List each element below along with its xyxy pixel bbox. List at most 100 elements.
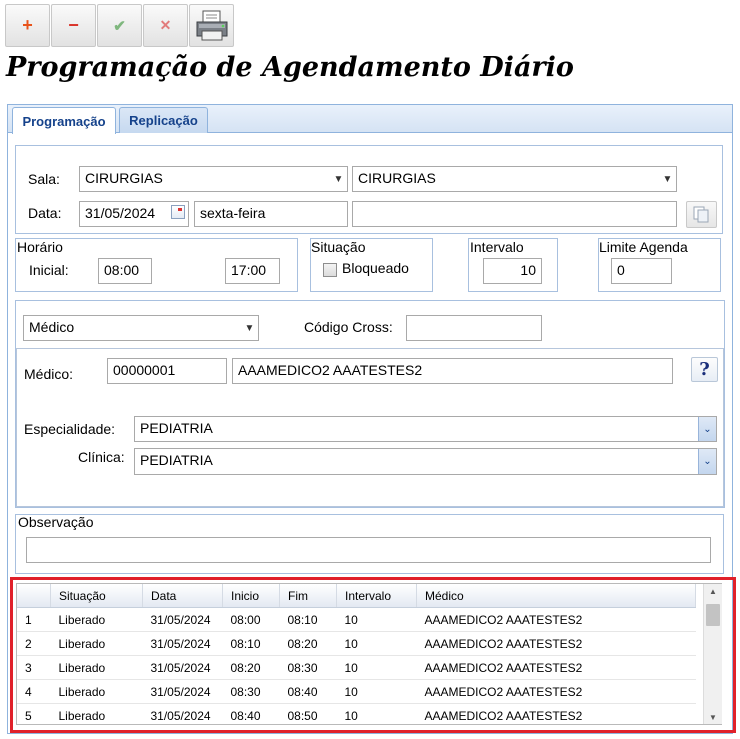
chevron-down-icon: ▼ [333, 173, 344, 185]
chevron-down-icon: ▼ [662, 173, 673, 185]
toolbar: + − ✔ ✕ [0, 0, 740, 49]
medico-code-input[interactable]: 00000001 [107, 358, 227, 384]
schedule-grid: Situação Data Inicio Fim Intervalo Médic… [16, 583, 722, 725]
remove-button[interactable]: − [51, 4, 96, 47]
col-header-medico[interactable]: Médico [416, 584, 696, 608]
cell-situacao: Liberado [50, 631, 143, 656]
bloqueado-checkbox[interactable] [323, 263, 337, 277]
scroll-down-icon[interactable]: ▼ [704, 710, 722, 724]
cell-fim: 08:10 [279, 607, 337, 632]
table-row[interactable]: 4 Liberado 31/05/2024 08:30 08:40 10 AAA… [17, 679, 696, 704]
cell-intervalo: 10 [336, 679, 417, 704]
observacao-input[interactable] [26, 537, 711, 563]
scrollbar-thumb[interactable] [706, 604, 720, 626]
inicial-time-value: 08:00 [104, 262, 140, 278]
col-header-intervalo[interactable]: Intervalo [336, 584, 417, 608]
codigo-cross-label: Código Cross: [304, 319, 393, 335]
limite-agenda-input[interactable]: 0 [611, 258, 672, 284]
especialidade-select[interactable]: PEDIATRIA ⌄ [134, 416, 717, 442]
copy-icon [693, 206, 709, 223]
inicial-time-input[interactable]: 08:00 [98, 258, 152, 284]
tab-replicacao[interactable]: Replicação [119, 107, 208, 133]
copy-button[interactable] [686, 201, 717, 228]
table-row[interactable]: 3 Liberado 31/05/2024 08:20 08:30 10 AAA… [17, 655, 696, 680]
codigo-cross-input[interactable] [406, 315, 542, 341]
final-time-input[interactable]: 17:00 [225, 258, 280, 284]
medico-name-field[interactable]: AAAMEDICO2 AAATESTES2 [232, 358, 673, 384]
date-extra-field[interactable] [352, 201, 677, 227]
check-icon: ✔ [113, 17, 126, 35]
sala-select-value: CIRURGIAS [85, 170, 163, 186]
cell-situacao: Liberado [50, 655, 143, 680]
cell-inicio: 08:10 [222, 631, 280, 656]
intervalo-label: Intervalo [470, 239, 524, 255]
final-time-value: 17:00 [231, 262, 267, 278]
sala-description-value: CIRURGIAS [358, 170, 436, 186]
sala-description-select[interactable]: CIRURGIAS ▼ [352, 166, 677, 192]
weekday-value: sexta-feira [200, 205, 266, 221]
close-icon: ✕ [159, 17, 172, 33]
col-header-data[interactable]: Data [142, 584, 223, 608]
limite-agenda-value: 0 [617, 262, 625, 278]
intervalo-input[interactable]: 10 [483, 258, 542, 284]
confirm-button[interactable]: ✔ [97, 4, 142, 47]
cancel-button[interactable]: ✕ [143, 4, 188, 47]
cell-medico: AAAMEDICO2 AAATESTES2 [416, 631, 696, 656]
cell-inicio: 08:20 [222, 655, 280, 680]
cell-fim: 08:20 [279, 631, 337, 656]
sala-select[interactable]: CIRURGIAS ▼ [79, 166, 348, 192]
grid-scrollbar[interactable]: ▲ ▼ [703, 584, 722, 724]
printer-icon [196, 10, 227, 40]
situacao-label: Situação [311, 239, 366, 255]
bloqueado-label: Bloqueado [342, 260, 409, 276]
tab-programacao[interactable]: Programação [12, 107, 116, 134]
medico-code-value: 00000001 [113, 362, 176, 378]
scroll-up-icon[interactable]: ▲ [704, 584, 722, 598]
cell-inicio: 08:40 [222, 703, 280, 724]
calendar-icon[interactable] [171, 205, 185, 219]
cell-index: 5 [17, 703, 51, 724]
cell-situacao: Liberado [50, 679, 143, 704]
tipo-select-value: Médico [29, 319, 75, 335]
col-header-index[interactable] [17, 584, 51, 608]
weekday-field: sexta-feira [194, 201, 348, 227]
table-row[interactable]: 1 Liberado 31/05/2024 08:00 08:10 10 AAA… [17, 607, 696, 632]
table-header-row: Situação Data Inicio Fim Intervalo Médic… [17, 584, 696, 608]
table-row[interactable]: 5 Liberado 31/05/2024 08:40 08:50 10 AAA… [17, 703, 696, 724]
cell-intervalo: 10 [336, 655, 417, 680]
cell-medico: AAAMEDICO2 AAATESTES2 [416, 703, 696, 724]
intervalo-value: 10 [520, 262, 536, 278]
clinica-select[interactable]: PEDIATRIA ⌄ [134, 448, 717, 475]
cell-index: 2 [17, 631, 51, 656]
cell-medico: AAAMEDICO2 AAATESTES2 [416, 607, 696, 632]
plus-icon: + [22, 15, 33, 35]
col-header-situacao[interactable]: Situação [50, 584, 143, 608]
tipo-select[interactable]: Médico ▼ [23, 315, 259, 341]
col-header-inicio[interactable]: Inicio [222, 584, 280, 608]
medico-label: Médico: [24, 366, 74, 382]
col-header-fim[interactable]: Fim [279, 584, 337, 608]
help-button[interactable]: ? [691, 357, 718, 382]
cell-data: 31/05/2024 [142, 655, 223, 680]
cell-intervalo: 10 [336, 607, 417, 632]
table-row[interactable]: 2 Liberado 31/05/2024 08:10 08:20 10 AAA… [17, 631, 696, 656]
cell-inicio: 08:00 [222, 607, 280, 632]
page-title: Programação de Agendamento Diário [6, 52, 574, 83]
tab-strip [8, 105, 732, 133]
add-button[interactable]: + [5, 4, 50, 47]
cell-fim: 08:40 [279, 679, 337, 704]
cell-data: 31/05/2024 [142, 607, 223, 632]
clinica-label: Clínica: [78, 449, 125, 465]
cell-situacao: Liberado [50, 703, 143, 724]
cell-data: 31/05/2024 [142, 679, 223, 704]
cell-intervalo: 10 [336, 631, 417, 656]
print-button[interactable] [189, 4, 234, 47]
cell-index: 4 [17, 679, 51, 704]
cell-situacao: Liberado [50, 607, 143, 632]
cell-data: 31/05/2024 [142, 631, 223, 656]
chevron-down-icon: ⌄ [698, 417, 716, 441]
cell-fim: 08:50 [279, 703, 337, 724]
horario-label: Horário [17, 239, 63, 255]
data-label: Data: [28, 205, 62, 221]
cell-data: 31/05/2024 [142, 703, 223, 724]
